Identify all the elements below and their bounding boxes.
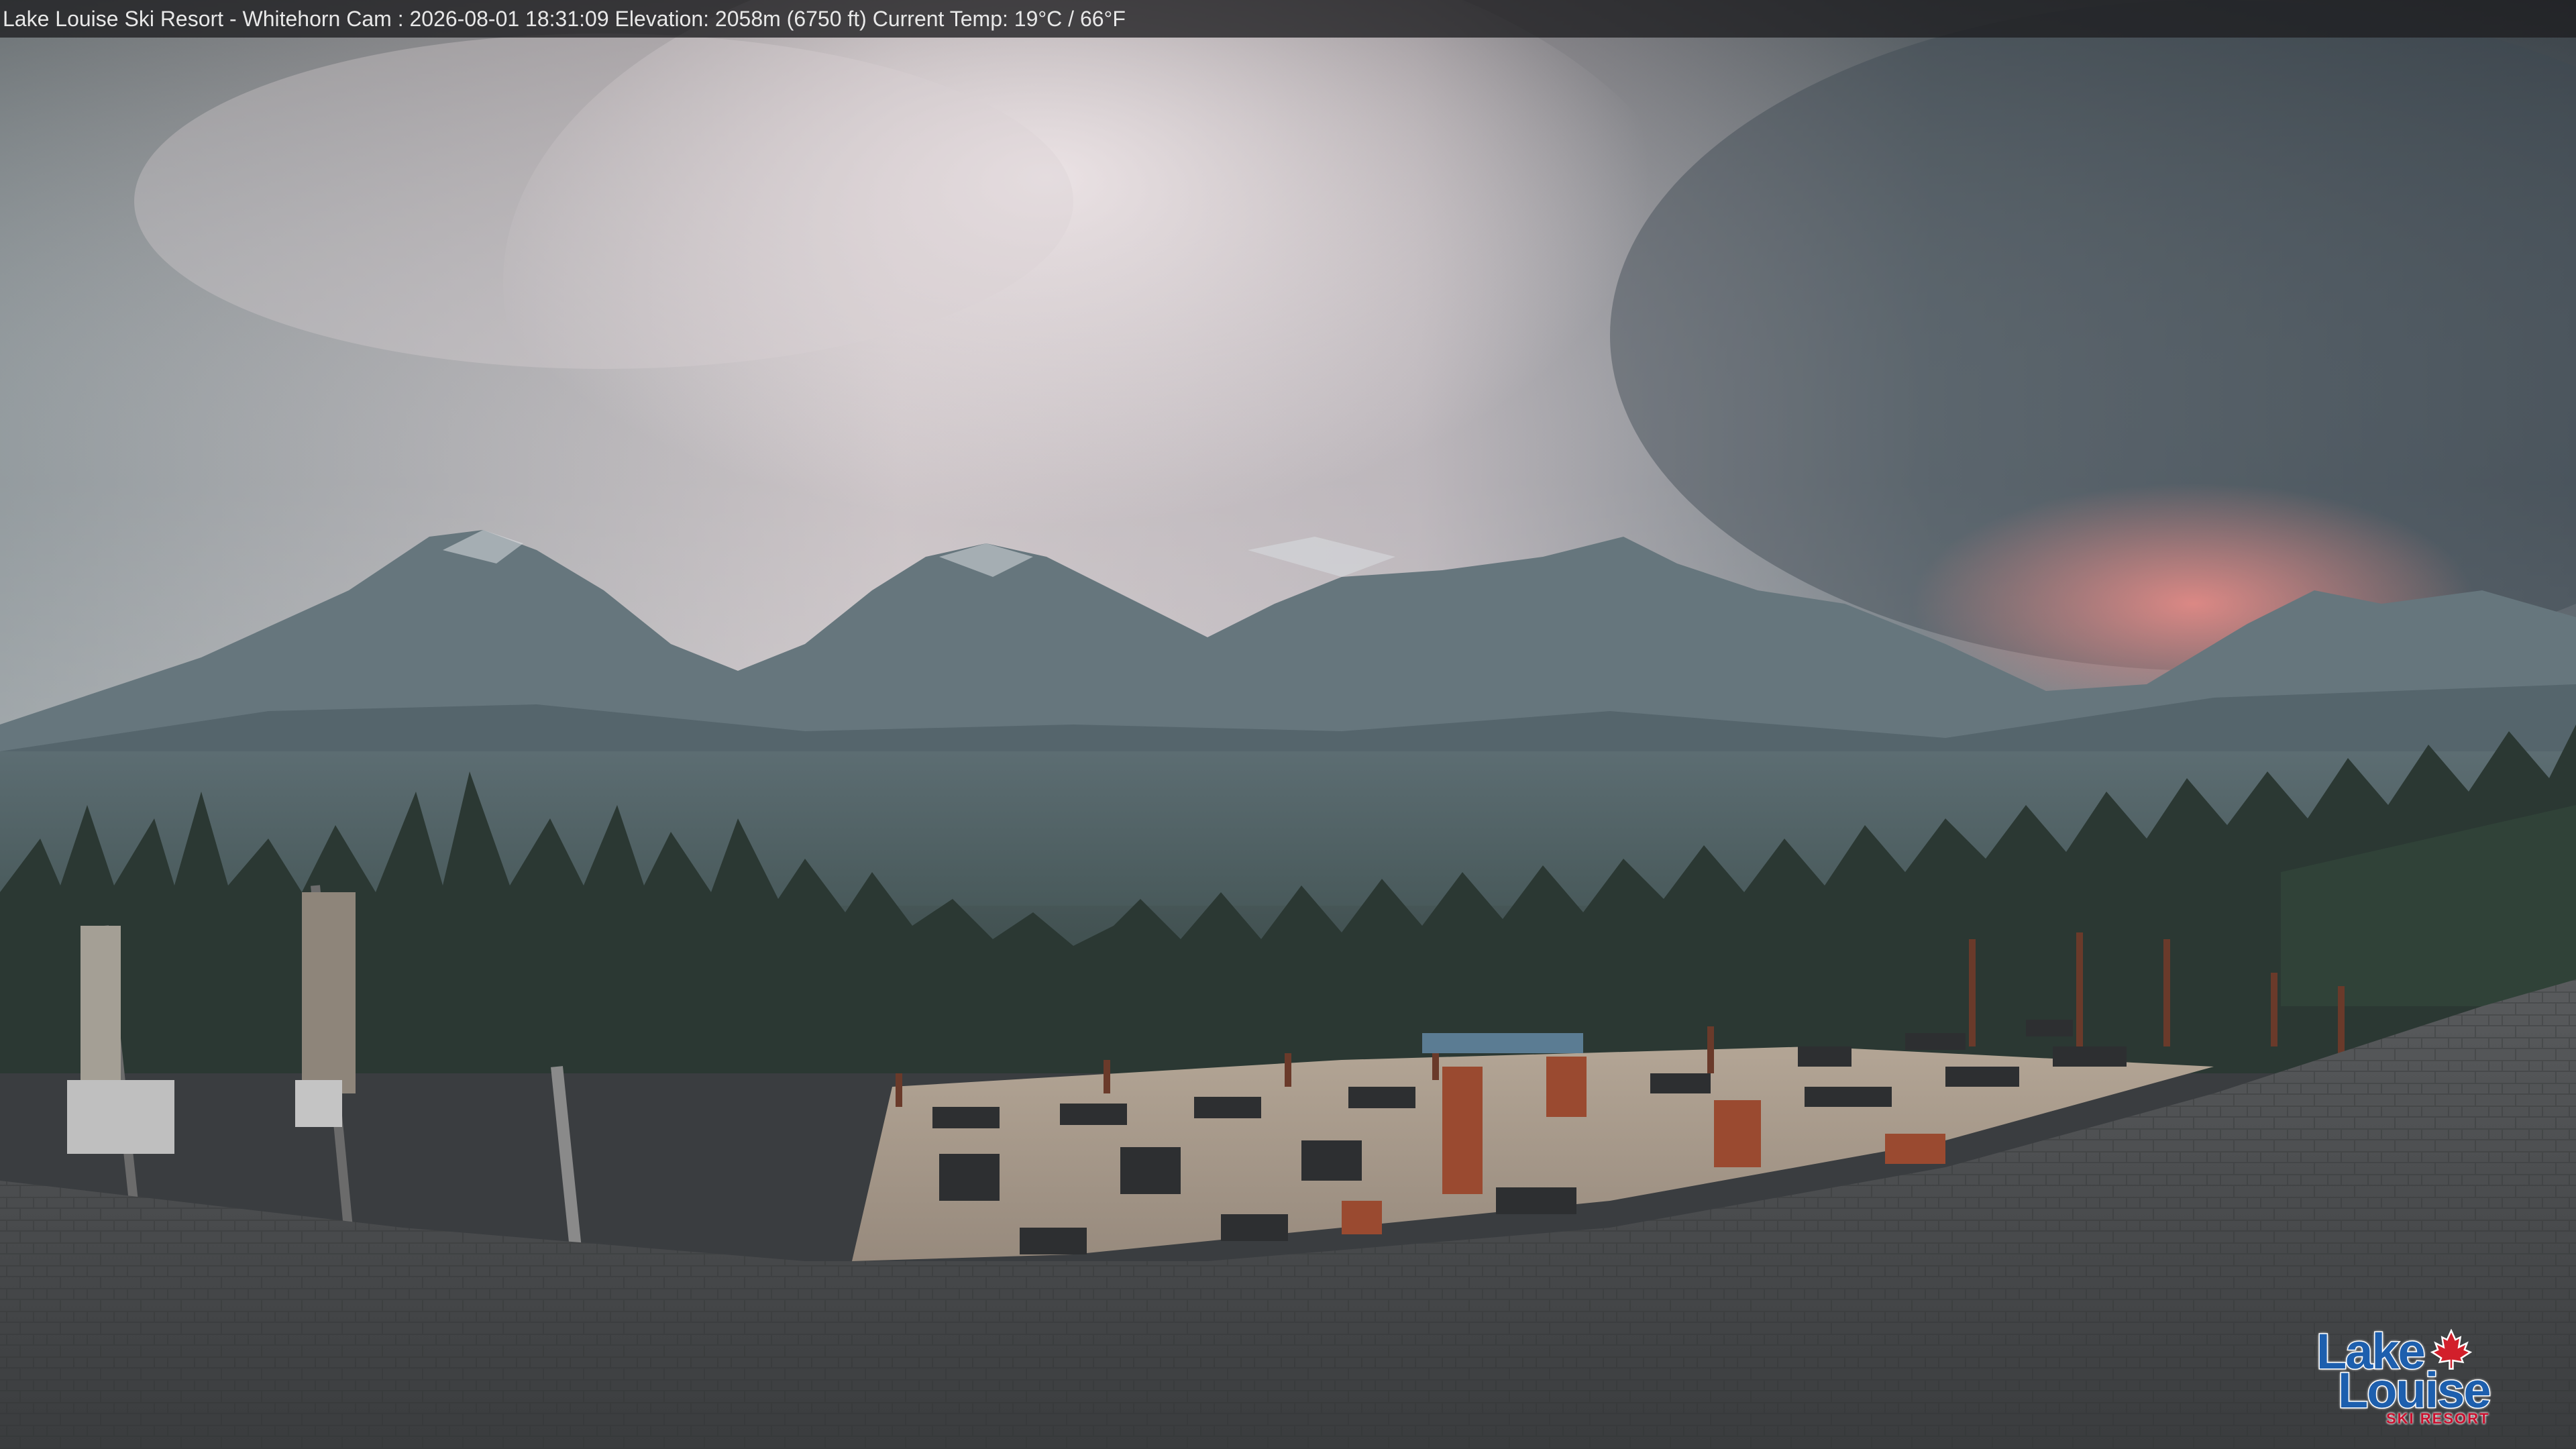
webcam-view: Lake Louise Ski Resort - Whitehorn Cam :… (0, 0, 2576, 1449)
logo-word-louise: Louise (2337, 1362, 2491, 1418)
camera-info-bar: Lake Louise Ski Resort - Whitehorn Cam :… (0, 0, 2576, 38)
logo-subtitle: SKI RESORT (2386, 1410, 2490, 1427)
camera-caption: Lake Louise Ski Resort - Whitehorn Cam :… (3, 7, 1126, 31)
webcam-scene (0, 0, 2576, 1449)
info-sign (1422, 1033, 1583, 1053)
lake-louise-logo: Lake Louise SKI RESORT (2311, 1324, 2512, 1427)
